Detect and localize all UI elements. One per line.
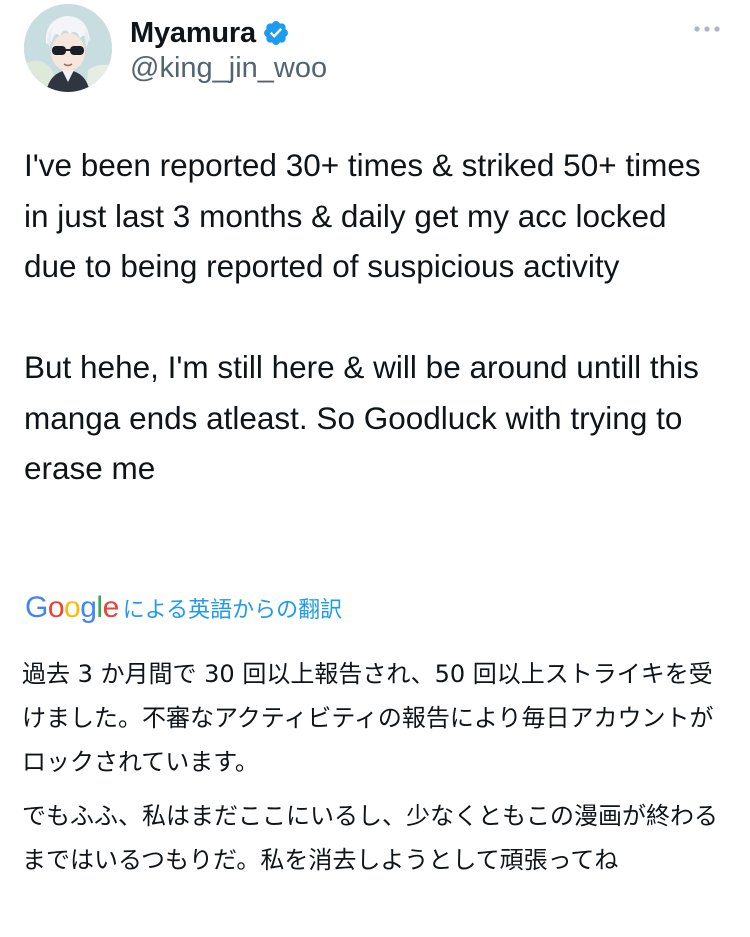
more-options-icon[interactable] bbox=[692, 22, 722, 36]
verified-badge-icon bbox=[263, 21, 288, 45]
translated-paragraph: 過去 3 か月間で 30 回以上報告され、50 回以上ストライキを受けました。不… bbox=[22, 660, 714, 776]
author-name-row: Myamura bbox=[130, 16, 290, 50]
avatar[interactable] bbox=[24, 4, 112, 92]
tweet-header: Myamura @king_jin_woo bbox=[24, 4, 726, 96]
anime-character-avatar-icon bbox=[24, 4, 112, 92]
author-display-name[interactable]: Myamura bbox=[130, 17, 256, 50]
author-handle[interactable]: @king_jin_woo bbox=[130, 52, 327, 85]
translated-text: 過去 3 か月間で 30 回以上報告され、50 回以上ストライキを受けました。不… bbox=[22, 652, 732, 882]
tweet-text: I've been reported 30+ times & striked 5… bbox=[24, 140, 724, 494]
google-logo: Google bbox=[25, 591, 119, 624]
tweet-paragraph: I've been reported 30+ times & striked 5… bbox=[24, 147, 701, 284]
translation-attribution[interactable]: Google による英語からの翻訳 bbox=[25, 588, 342, 628]
translation-label: による英語からの翻訳 bbox=[122, 598, 343, 623]
translated-paragraph: でもふふ、私はまだここにいるし、少なくともこの漫画が終わるまではいるつもりだ。私… bbox=[22, 802, 718, 874]
tweet-paragraph: But hehe, I'm still here & will be aroun… bbox=[24, 349, 699, 486]
